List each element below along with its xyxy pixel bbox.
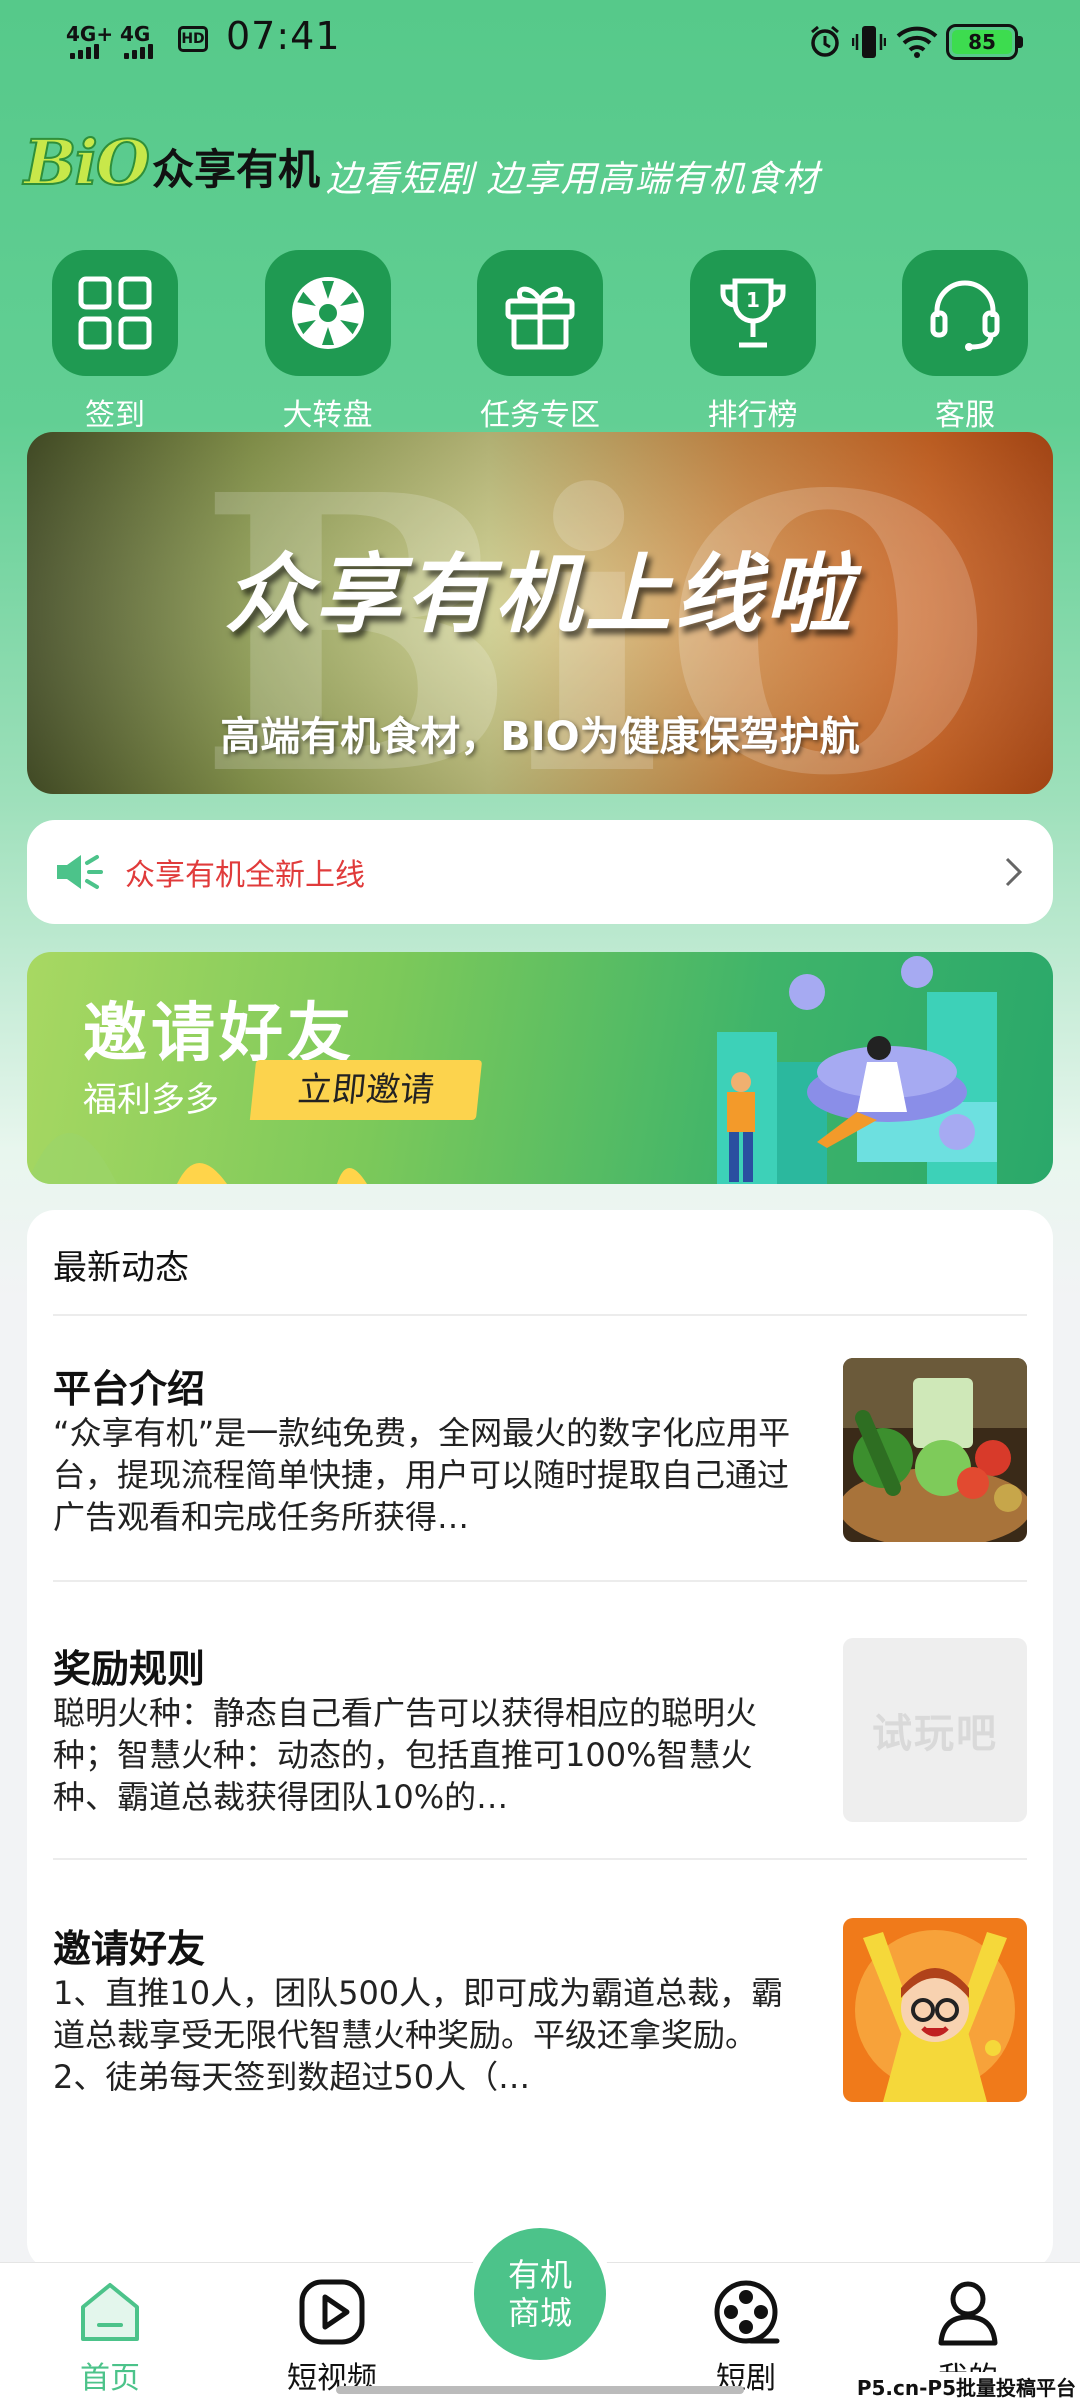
- menu-item-wheel[interactable]: 大转盘: [253, 250, 403, 434]
- news-title: 平台介绍: [53, 1367, 206, 1411]
- promo-banner[interactable]: BiO 众享有机上线啦 高端有机食材，BIO为健康保驾护航: [27, 432, 1053, 794]
- news-body: 1、直推10人，团队500人，即可成为霸道总裁，霸道总裁享受无限代智慧火种奖励。…: [53, 1974, 784, 2096]
- menu-label: 任务专区: [480, 398, 600, 433]
- divider: [53, 1858, 1027, 1860]
- trophy-icon: 1: [720, 278, 785, 348]
- home-indicator[interactable]: [336, 2386, 744, 2394]
- battery-level: 85: [952, 30, 1012, 54]
- sim1-signal-icon: [70, 44, 99, 59]
- home-icon: [81, 2283, 139, 2341]
- invite-banner[interactable]: 邀请好友 福利多多 立即邀请: [27, 952, 1053, 1184]
- tab-home[interactable]: 首页: [40, 2263, 180, 2400]
- user-icon: [938, 2281, 998, 2346]
- cheering-cartoon-image: [843, 1918, 1027, 2102]
- logo-mark: BiO: [23, 125, 151, 200]
- hd-icon: HD: [178, 26, 208, 52]
- tab-drama[interactable]: 短剧: [676, 2263, 816, 2400]
- svg-text:1: 1: [746, 288, 760, 312]
- gift-icon: [505, 286, 575, 350]
- wheel-icon: [291, 277, 364, 349]
- invite-subtitle: 福利多多: [83, 1080, 219, 1120]
- menu-item-customer-service[interactable]: 客服: [890, 250, 1040, 434]
- alarm-icon: [811, 25, 839, 57]
- vegetable-basket-image: [843, 1358, 1027, 1542]
- news-thumbnail: 试玩吧: [843, 1638, 1027, 1822]
- news-body: 聪明火种：静态自己看广告可以获得相应的聪明火种；智慧火种：动态的，包括直推可10…: [53, 1694, 758, 1816]
- notice-bar[interactable]: 众享有机全新上线: [27, 820, 1053, 924]
- menu-item-leaderboard[interactable]: 1 排行榜: [678, 250, 828, 434]
- clock: 07:41: [226, 14, 341, 58]
- menu-label: 签到: [85, 398, 145, 433]
- watermark-text: P5.cn-P5批量投稿平台: [856, 2372, 1076, 2400]
- headset-icon: [930, 280, 1000, 351]
- news-body: “众享有机”是一款纯免费，全网最火的数字化应用平台，提现流程简单快捷，用户可以随…: [53, 1414, 791, 1536]
- wifi-icon: [896, 26, 938, 58]
- news-heading: 最新动态: [53, 1248, 189, 1288]
- sim1-network-label: 4G+: [66, 22, 114, 46]
- menu-item-checkin[interactable]: 签到: [40, 250, 190, 434]
- news-title: 邀请好友: [53, 1927, 206, 1971]
- sim2-signal-icon: [124, 44, 153, 59]
- menu-label: 客服: [935, 398, 995, 433]
- news-thumbnail: [843, 1918, 1027, 2102]
- news-item[interactable]: 邀请好友 1、直推10人，团队500人，即可成为霸道总裁，霸道总裁享受无限代智慧…: [53, 1918, 1027, 2114]
- menu-label: 大转盘: [282, 398, 373, 433]
- tab-label: 首页: [80, 2361, 140, 2396]
- news-item[interactable]: 平台介绍 “众享有机”是一款纯免费，全网最火的数字化应用平台，提现流程简单快捷，…: [53, 1358, 1027, 1554]
- news-title: 奖励规则: [53, 1647, 206, 1691]
- header-slogan: 边看短剧 边享用高端有机食材: [326, 159, 820, 200]
- quick-menu: 签到 大转盘 任务专区 1 排行榜 客服: [0, 250, 1080, 434]
- vibrate-icon: [852, 26, 886, 58]
- grid-icon: [78, 276, 152, 350]
- banner-title: 众享有机上线啦: [225, 545, 855, 645]
- placeholder-thumbnail-text: 试玩吧: [872, 1711, 998, 1757]
- mall-button-line1: 有机: [507, 2256, 572, 2294]
- film-reel-icon: [714, 2280, 780, 2344]
- speaker-icon: [57, 855, 103, 889]
- mall-button-line2: 商城: [507, 2294, 572, 2332]
- news-item[interactable]: 奖励规则 聪明火种：静态自己看广告可以获得相应的聪明火种；智慧火种：动态的，包括…: [53, 1638, 1027, 1834]
- divider: [53, 1314, 1027, 1316]
- menu-label: 排行榜: [707, 398, 798, 433]
- app-logo: BiO 众享有机: [23, 125, 320, 200]
- menu-item-tasks[interactable]: 任务专区: [465, 250, 615, 434]
- invite-now-button[interactable]: 立即邀请: [249, 1060, 483, 1120]
- status-bar: 4G+ 4G HD 07:41 85: [0, 0, 1080, 84]
- divider: [53, 1580, 1027, 1582]
- banner-subtitle: 高端有机食材，BIO为健康保驾护航: [220, 714, 860, 760]
- news-thumbnail: [843, 1358, 1027, 1542]
- logo-name: 众享有机: [151, 145, 320, 194]
- chevron-right-icon: [1005, 857, 1023, 887]
- sim2-network-label: 4G: [120, 22, 151, 46]
- organic-mall-button[interactable]: 有机 商城: [474, 2228, 606, 2360]
- battery-icon: 85: [946, 24, 1023, 60]
- play-icon: [299, 2279, 365, 2345]
- notice-text: 众享有机全新上线: [125, 858, 365, 893]
- latest-news-card: 最新动态 平台介绍 “众享有机”是一款纯免费，全网最火的数字化应用平台，提现流程…: [27, 1210, 1053, 2270]
- tab-short-video[interactable]: 短视频: [262, 2263, 402, 2400]
